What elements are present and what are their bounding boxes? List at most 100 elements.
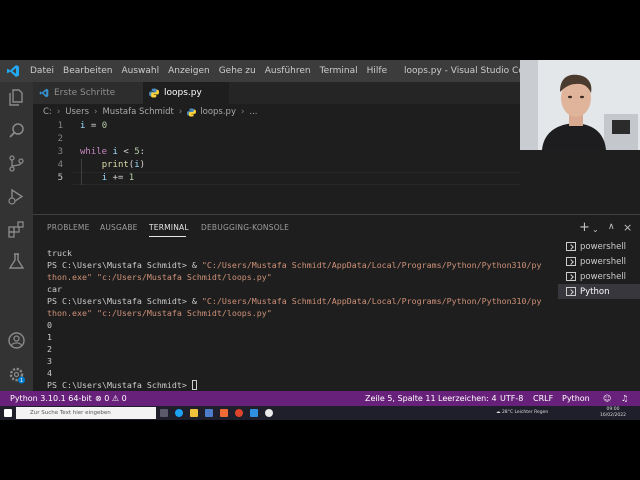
terminal-text: 3 <box>47 356 52 366</box>
problems-indicator[interactable]: ⊗ 0 ⚠ 0 <box>95 391 127 406</box>
terminal-line: 0 <box>47 319 557 331</box>
close-icon[interactable]: × <box>623 222 632 233</box>
extensions-icon[interactable] <box>7 220 26 239</box>
tab-debugging-konsole[interactable]: DEBUGGING-KONSOLE <box>201 223 289 232</box>
code-token: < <box>117 147 135 157</box>
office-icon[interactable] <box>220 409 228 417</box>
svg-text:1: 1 <box>20 378 23 384</box>
breadcrumb: C: › Users › Mustafa Schmidt › loops.py … <box>33 104 520 120</box>
menu-item-gehe-zu[interactable]: Gehe zu <box>219 66 256 76</box>
breadcrumb-item[interactable]: Users <box>65 107 89 117</box>
windows-start-icon[interactable] <box>4 409 12 417</box>
code-line: 4 print(i) <box>33 159 520 172</box>
encoding[interactable]: UTF-8 <box>500 391 523 406</box>
windows-taskbar: Zur Suche Text hier eingeben ☁ 28°C Leic… <box>0 406 640 420</box>
code-text: while i < 5: <box>80 146 145 159</box>
store-icon[interactable] <box>205 409 213 417</box>
activity-bar: 1 <box>0 82 33 391</box>
title-bar: Datei Bearbeiten Auswahl Anzeigen Gehe zu Aus… <box>0 60 535 82</box>
vscode-logo-icon <box>7 65 19 77</box>
search-placeholder: Zur Suche Text hier eingeben <box>30 410 111 416</box>
python-file-icon <box>149 88 159 98</box>
line-number: 4 <box>57 160 63 170</box>
search-icon[interactable] <box>7 121 26 140</box>
terminal-instance[interactable]: powershell <box>558 254 640 269</box>
code-text: i += 1 <box>80 172 135 185</box>
tab-probleme[interactable]: PROBLEME <box>47 223 90 232</box>
menu-item-bearbeiten[interactable]: Bearbeiten <box>63 66 112 76</box>
python-interpreter[interactable]: Python 3.10.1 64-bit <box>10 391 92 406</box>
bell-icon[interactable]: ♫ <box>621 391 628 406</box>
clock-app-icon[interactable] <box>265 409 273 417</box>
terminal-text: "C:/Users/Mustafa Schmidt/AppData/Local/… <box>201 260 542 270</box>
taskbar-clock[interactable]: 09:00 16/02/2022 <box>600 407 626 419</box>
testing-icon[interactable] <box>7 252 26 271</box>
breadcrumb-item[interactable]: Mustafa Schmidt <box>102 107 173 117</box>
terminal-label: powershell <box>580 256 627 267</box>
menu-item-terminal[interactable]: Terminal <box>320 66 358 76</box>
tab-ausgabe[interactable]: AUSGABE <box>100 223 138 232</box>
code-line: 2 <box>33 133 520 146</box>
explorer-icon[interactable] <box>7 88 26 107</box>
terminal-instance[interactable]: Python <box>558 284 640 299</box>
menu-item-datei[interactable]: Datei <box>30 66 54 76</box>
menu-item-ausführen[interactable]: Ausführen <box>265 66 311 76</box>
menu-item-auswahl[interactable]: Auswahl <box>121 66 159 76</box>
terminal-line: PS C:\Users\Mustafa Schmidt> <box>47 379 557 391</box>
terminal-text: 1 <box>47 332 52 342</box>
chevron-up-icon[interactable]: ∧ <box>608 222 615 233</box>
menu-item-anzeigen[interactable]: Anzeigen <box>168 66 210 76</box>
tab-label: loops.py <box>164 88 202 98</box>
terminal-line: car <box>47 283 557 295</box>
run-debug-icon[interactable] <box>7 187 26 206</box>
new-terminal-plus-icon[interactable]: + <box>579 221 590 234</box>
feedback-icon[interactable]: ☺ <box>603 391 611 406</box>
terminal-instance[interactable]: powershell <box>558 269 640 284</box>
code-editor[interactable]: 1i = 0 2 3 while i < 5: 4 print(i) 5 i += 1 <box>33 120 520 214</box>
weather-status[interactable]: 28°C Leichter Regen <box>502 410 548 415</box>
terminal-text: 4 <box>47 368 52 378</box>
terminal-label: powershell <box>580 241 627 252</box>
terminal-text: "C:/Users/Mustafa Schmidt/AppData/Local/… <box>201 296 542 306</box>
tab-loops-py[interactable]: loops.py <box>143 82 229 104</box>
tab-erste-schritte[interactable]: Erste Schritte <box>33 82 143 104</box>
tab-terminal[interactable]: TERMINAL <box>149 223 189 232</box>
account-icon[interactable] <box>7 331 26 350</box>
terminal-instance[interactable]: powershell <box>558 239 640 254</box>
line-number: 5 <box>57 173 63 183</box>
indentation[interactable]: Leerzeichen: 4 <box>438 391 497 406</box>
browser-icon[interactable] <box>235 409 243 417</box>
settings-icon[interactable]: 1 <box>7 365 26 384</box>
code-text: i = 0 <box>80 120 107 133</box>
language-mode[interactable]: Python <box>562 391 590 406</box>
terminal-text: PS C:\Users\Mustafa Schmidt> <box>47 380 192 390</box>
vscode-taskbar-icon[interactable] <box>250 409 258 417</box>
terminal-line: 4 <box>47 367 557 379</box>
edge-icon[interactable] <box>175 409 183 417</box>
chevron-down-icon[interactable]: ⌄ <box>592 224 599 235</box>
taskbar-search-input[interactable]: Zur Suche Text hier eingeben <box>16 407 156 419</box>
panel-tabs: PROBLEME AUSGABE TERMINAL DEBUGGING-KONS… <box>33 215 640 239</box>
menu-item-hilfe[interactable]: Hilfe <box>367 66 387 76</box>
terminal-label: powershell <box>580 271 627 282</box>
terminal-line: 2 <box>47 343 557 355</box>
terminal-output[interactable]: truck PS C:\Users\Mustafa Schmidt> & "C:/… <box>47 247 557 391</box>
task-view-icon[interactable] <box>160 409 168 417</box>
chevron-right-icon: › <box>56 107 61 117</box>
date: 16/02/2022 <box>600 413 626 418</box>
active-tab-indicator <box>149 236 186 237</box>
terminal-line: thon.exe" "c:/Users/Mustafa Schmidt/loop… <box>47 307 557 319</box>
end-of-line[interactable]: CRLF <box>533 391 553 406</box>
terminal-text: 0 <box>47 320 52 330</box>
cursor-position[interactable]: Zeile 5, Spalte 11 <box>365 391 436 406</box>
terminal-cursor <box>191 380 197 390</box>
breadcrumb-item[interactable]: C: <box>43 107 52 117</box>
source-control-icon[interactable] <box>7 154 26 173</box>
breadcrumb-item[interactable]: loops.py <box>200 107 236 117</box>
code-line: 5 i += 1 <box>33 172 520 185</box>
error-count: 0 <box>104 394 110 403</box>
code-text: print(i) <box>80 159 145 172</box>
file-explorer-icon[interactable] <box>190 409 198 417</box>
breadcrumb-item[interactable]: ... <box>249 107 257 117</box>
